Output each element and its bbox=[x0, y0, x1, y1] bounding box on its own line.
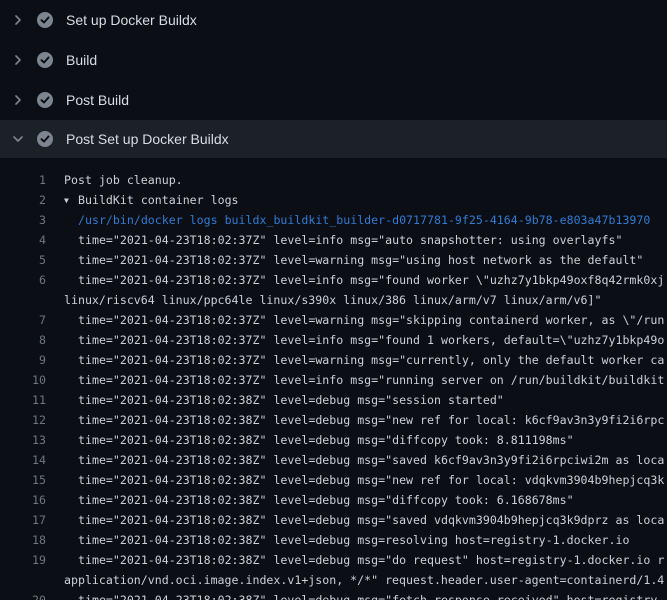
log-line-number[interactable]: 2 bbox=[0, 190, 46, 210]
log-line[interactable]: 15 time="2021-04-23T18:02:38Z" level=deb… bbox=[0, 470, 667, 490]
log-line-number[interactable]: 17 bbox=[0, 510, 46, 530]
log-line-text: time="2021-04-23T18:02:37Z" level=info m… bbox=[78, 330, 664, 350]
log-line-text: ▼BuildKit container logs bbox=[64, 190, 239, 210]
check-circle-icon bbox=[37, 12, 53, 28]
log-line-number[interactable]: 14 bbox=[0, 450, 46, 470]
chevron-icon[interactable] bbox=[13, 95, 23, 105]
log-line-text: time="2021-04-23T18:02:37Z" level=warnin… bbox=[78, 350, 664, 370]
log-line-text: time="2021-04-23T18:02:38Z" level=debug … bbox=[78, 490, 574, 510]
log-line-number[interactable]: 16 bbox=[0, 490, 46, 510]
log-line-number[interactable]: 12 bbox=[0, 410, 46, 430]
log-line-text: time="2021-04-23T18:02:38Z" level=debug … bbox=[78, 550, 664, 570]
log-line-text: /usr/bin/docker logs buildx_buildkit_bui… bbox=[78, 210, 650, 230]
log-line-number[interactable]: 4 bbox=[0, 230, 46, 250]
log-line[interactable]: 16 time="2021-04-23T18:02:38Z" level=deb… bbox=[0, 490, 667, 510]
log-line-text: linux/riscv64 linux/ppc64le linux/s390x … bbox=[64, 290, 601, 310]
step-header-3[interactable]: Post Set up Docker Buildx bbox=[0, 120, 667, 158]
log-line[interactable]: 14 time="2021-04-23T18:02:38Z" level=deb… bbox=[0, 450, 667, 470]
log-line-text: time="2021-04-23T18:02:38Z" level=debug … bbox=[78, 590, 664, 600]
step-label: Build bbox=[66, 53, 97, 67]
log-line-text: time="2021-04-23T18:02:37Z" level=warnin… bbox=[78, 310, 664, 330]
log-line-number[interactable]: 11 bbox=[0, 390, 46, 410]
log-line-number[interactable]: 19 bbox=[0, 550, 46, 570]
log-line-number[interactable] bbox=[0, 570, 46, 590]
log-line[interactable]: application/vnd.oci.image.index.v1+json,… bbox=[0, 570, 667, 590]
log-line-number[interactable]: 9 bbox=[0, 350, 46, 370]
log-panel: 1 Post job cleanup. 2 ▼BuildKit containe… bbox=[0, 158, 667, 600]
step-label: Post Set up Docker Buildx bbox=[66, 132, 229, 146]
log-line[interactable]: 4 time="2021-04-23T18:02:37Z" level=info… bbox=[0, 230, 667, 250]
check-circle-icon bbox=[37, 131, 53, 147]
step-header-1[interactable]: Build bbox=[0, 40, 667, 80]
log-line[interactable]: 10 time="2021-04-23T18:02:37Z" level=inf… bbox=[0, 370, 667, 390]
step-list: Set up Docker Buildx Build Post Build Po… bbox=[0, 0, 667, 158]
log-line[interactable]: 19 time="2021-04-23T18:02:38Z" level=deb… bbox=[0, 550, 667, 570]
log-line[interactable]: 7 time="2021-04-23T18:02:37Z" level=warn… bbox=[0, 310, 667, 330]
chevron-icon[interactable] bbox=[13, 55, 23, 65]
log-line[interactable]: 8 time="2021-04-23T18:02:37Z" level=info… bbox=[0, 330, 667, 350]
log-line[interactable]: 20 time="2021-04-23T18:02:38Z" level=deb… bbox=[0, 590, 667, 600]
log-line-text: time="2021-04-23T18:02:38Z" level=debug … bbox=[78, 410, 664, 430]
log-line[interactable]: 2 ▼BuildKit container logs bbox=[0, 190, 667, 210]
log-line-text: time="2021-04-23T18:02:38Z" level=debug … bbox=[78, 510, 664, 530]
check-circle-icon bbox=[37, 92, 53, 108]
log-line-number[interactable]: 3 bbox=[0, 210, 46, 230]
check-circle-icon bbox=[37, 52, 53, 68]
log-line-number[interactable]: 6 bbox=[0, 270, 46, 290]
log-line-text: time="2021-04-23T18:02:37Z" level=info m… bbox=[78, 230, 622, 250]
log-line-number[interactable]: 15 bbox=[0, 470, 46, 490]
step-header-0[interactable]: Set up Docker Buildx bbox=[0, 0, 667, 40]
log-line[interactable]: 6 time="2021-04-23T18:02:37Z" level=info… bbox=[0, 270, 667, 290]
log-line-text: time="2021-04-23T18:02:38Z" level=debug … bbox=[78, 470, 664, 490]
log-line[interactable]: 3 /usr/bin/docker logs buildx_buildkit_b… bbox=[0, 210, 667, 230]
log-line-text: time="2021-04-23T18:02:38Z" level=debug … bbox=[78, 430, 574, 450]
log-line[interactable]: 12 time="2021-04-23T18:02:38Z" level=deb… bbox=[0, 410, 667, 430]
log-line[interactable]: linux/riscv64 linux/ppc64le linux/s390x … bbox=[0, 290, 667, 310]
log-line-number[interactable]: 1 bbox=[0, 170, 46, 190]
log-line-text: time="2021-04-23T18:02:38Z" level=debug … bbox=[78, 390, 504, 410]
log-line-number[interactable]: 8 bbox=[0, 330, 46, 350]
log-line-text: time="2021-04-23T18:02:38Z" level=debug … bbox=[78, 450, 664, 470]
log-line-number[interactable]: 7 bbox=[0, 310, 46, 330]
actions-log-viewer: Set up Docker Buildx Build Post Build Po… bbox=[0, 0, 667, 600]
log-line[interactable]: 9 time="2021-04-23T18:02:37Z" level=warn… bbox=[0, 350, 667, 370]
log-line[interactable]: 13 time="2021-04-23T18:02:38Z" level=deb… bbox=[0, 430, 667, 450]
log-line-number[interactable]: 18 bbox=[0, 530, 46, 550]
log-line-text: time="2021-04-23T18:02:37Z" level=info m… bbox=[78, 270, 664, 290]
log-line-text: time="2021-04-23T18:02:37Z" level=warnin… bbox=[78, 250, 643, 270]
log-line-number[interactable]: 13 bbox=[0, 430, 46, 450]
log-line[interactable]: 11 time="2021-04-23T18:02:38Z" level=deb… bbox=[0, 390, 667, 410]
log-line[interactable]: 18 time="2021-04-23T18:02:38Z" level=deb… bbox=[0, 530, 667, 550]
log-line-text: time="2021-04-23T18:02:38Z" level=debug … bbox=[78, 530, 629, 550]
log-line[interactable]: 5 time="2021-04-23T18:02:37Z" level=warn… bbox=[0, 250, 667, 270]
log-line-text: Post job cleanup. bbox=[64, 170, 183, 190]
log-line-text: time="2021-04-23T18:02:37Z" level=info m… bbox=[78, 370, 664, 390]
log-line[interactable]: 17 time="2021-04-23T18:02:38Z" level=deb… bbox=[0, 510, 667, 530]
log-line-number[interactable] bbox=[0, 290, 46, 310]
log-line-number[interactable]: 5 bbox=[0, 250, 46, 270]
group-collapse-icon[interactable]: ▼ bbox=[64, 191, 78, 211]
step-header-2[interactable]: Post Build bbox=[0, 80, 667, 120]
log-line-text: application/vnd.oci.image.index.v1+json,… bbox=[64, 570, 664, 590]
log-line-number[interactable]: 10 bbox=[0, 370, 46, 390]
step-label: Set up Docker Buildx bbox=[66, 13, 197, 27]
chevron-icon[interactable] bbox=[13, 15, 23, 25]
log-line[interactable]: 1 Post job cleanup. bbox=[0, 170, 667, 190]
log-line-number[interactable]: 20 bbox=[0, 590, 46, 600]
chevron-icon[interactable] bbox=[13, 134, 23, 144]
step-label: Post Build bbox=[66, 93, 129, 107]
